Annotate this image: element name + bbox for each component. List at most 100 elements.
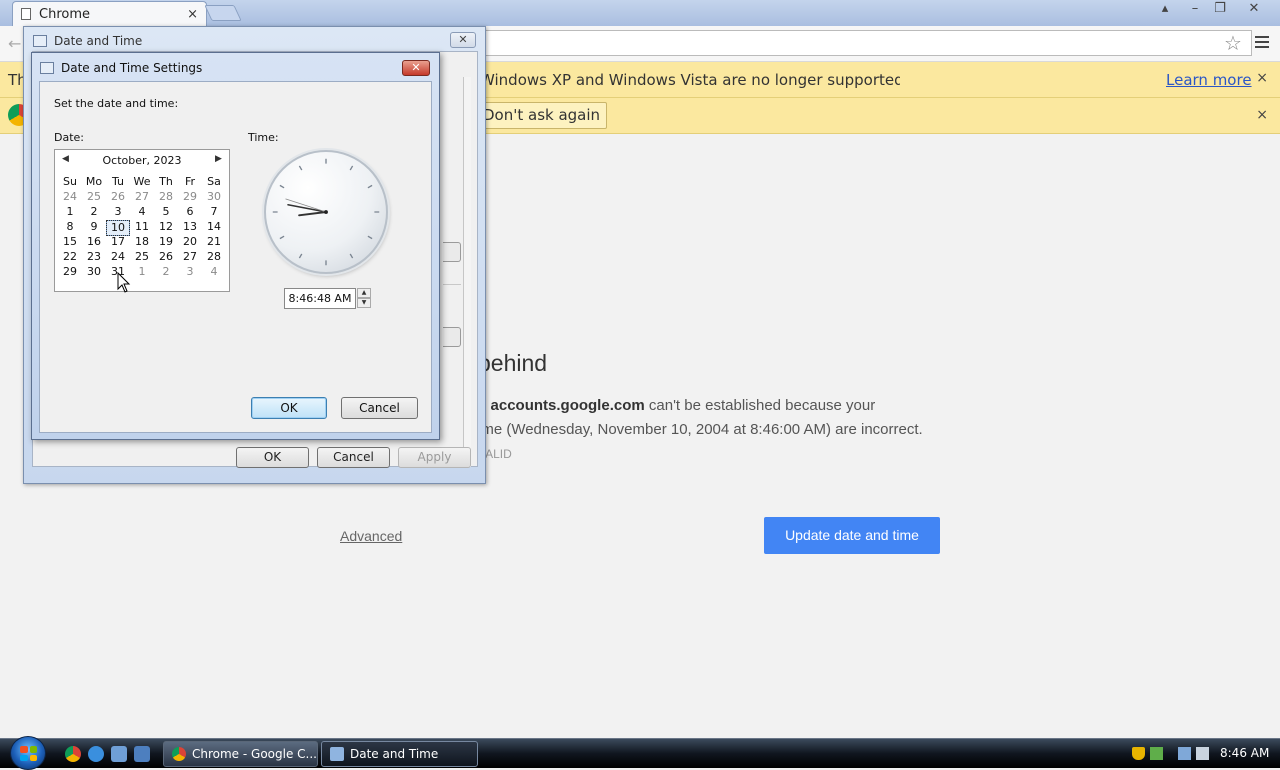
calendar-day[interactable]: 9 [82, 220, 106, 236]
calendar-day[interactable]: 20 [178, 235, 202, 249]
windows-update-icon[interactable] [1150, 747, 1163, 760]
calendar-day[interactable]: 28 [154, 190, 178, 204]
clock-center [324, 210, 328, 214]
cancel-button[interactable]: Cancel [317, 447, 390, 468]
bookmark-star-icon[interactable]: ☆ [1224, 31, 1242, 55]
calendar-day[interactable]: 3 [178, 265, 202, 279]
ok-button[interactable]: OK [236, 447, 309, 468]
security-shield-icon[interactable] [1132, 747, 1145, 760]
infobar-close-icon[interactable]: × [1256, 107, 1268, 123]
calendar-day[interactable]: 1 [58, 205, 82, 219]
tab-close-icon[interactable]: × [187, 7, 198, 22]
chrome-quicklaunch-icon[interactable] [65, 746, 81, 762]
browser-tab[interactable]: Chrome × [12, 1, 207, 26]
calendar-day[interactable]: 22 [58, 250, 82, 264]
calendar-day[interactable]: 5 [154, 205, 178, 219]
learn-more-link[interactable]: Learn more [1166, 71, 1252, 89]
calendar-day[interactable]: 11 [130, 220, 154, 236]
calendar-day[interactable]: 27 [178, 250, 202, 264]
calendar-day[interactable]: 18 [130, 235, 154, 249]
cancel-button[interactable]: Cancel [341, 397, 418, 419]
clock-tick [349, 165, 354, 171]
time-field[interactable]: 8:46:48 AM [284, 288, 356, 309]
calendar-day[interactable]: 24 [106, 250, 130, 264]
date-time-settings-dialog: Date and Time Settings ✕ Set the date an… [31, 52, 440, 440]
calendar-day[interactable]: 30 [82, 265, 106, 279]
analog-clock [264, 150, 388, 274]
calendar-day[interactable]: 26 [106, 190, 130, 204]
calendar-day[interactable]: 4 [202, 265, 226, 279]
calendar-day[interactable]: 3 [106, 205, 130, 219]
chrome-menu-icon[interactable] [1255, 33, 1269, 51]
calendar-day[interactable]: 6 [178, 205, 202, 219]
calendar-day[interactable]: 25 [130, 250, 154, 264]
show-desktop-icon[interactable] [111, 746, 127, 762]
calendar-day[interactable]: 16 [82, 235, 106, 249]
taskbar-item-date-time[interactable]: Date and Time [321, 741, 478, 767]
calendar-month-title[interactable]: October, 2023 [55, 154, 229, 167]
change-date-time-button[interactable] [443, 242, 461, 262]
infobar-close-icon[interactable]: × [1256, 70, 1268, 86]
user-profile-icon[interactable]: ▴ [1152, 0, 1178, 18]
calendar-day[interactable]: 12 [154, 220, 178, 236]
calendar-week-row: 29 30 31 1 2 3 4 [58, 265, 226, 279]
next-month-icon[interactable]: ▶ [215, 154, 222, 164]
close-window-button[interactable]: ✕ [1241, 0, 1267, 18]
address-bar[interactable] [480, 30, 1252, 56]
error-text-suffix: can't be established because your [644, 397, 876, 414]
calendar-day[interactable]: 2 [82, 205, 106, 219]
volume-muted-icon[interactable] [1196, 747, 1209, 760]
dont-ask-again-button[interactable]: Don't ask again [480, 102, 608, 129]
dialog-close-button[interactable]: ✕ [402, 60, 430, 76]
calendar-day[interactable]: 13 [178, 220, 202, 236]
calendar-day[interactable]: 23 [82, 250, 106, 264]
calendar-day[interactable]: 21 [202, 235, 226, 249]
system-clock[interactable]: 8:46 AM [1220, 746, 1269, 760]
apply-button[interactable]: Apply [398, 447, 471, 468]
switch-windows-icon[interactable] [134, 746, 150, 762]
weekday-label: Sa [207, 175, 221, 188]
calendar-day[interactable]: 30 [202, 190, 226, 204]
calendar-day[interactable]: 14 [202, 220, 226, 236]
advanced-link[interactable]: Advanced [340, 528, 402, 544]
time-spinner[interactable]: ▲ ▼ [357, 288, 371, 309]
calendar-day[interactable]: 27 [130, 190, 154, 204]
internet-explorer-icon[interactable] [88, 746, 104, 762]
spin-up-icon[interactable]: ▲ [357, 288, 371, 298]
update-date-time-button[interactable]: Update date and time [764, 517, 940, 554]
page-icon [21, 8, 31, 20]
minimize-button[interactable]: – [1182, 0, 1208, 18]
dialog-close-button[interactable]: ✕ [450, 32, 476, 48]
restore-button[interactable]: ❐ [1207, 0, 1233, 18]
network-icon[interactable] [1178, 747, 1191, 760]
calendar-week-row: 1234567 [58, 205, 226, 219]
calendar-day[interactable]: 17 [106, 235, 130, 249]
instruction-text: Set the date and time: [54, 97, 179, 110]
task-label: Chrome - Google C... [192, 747, 317, 761]
calendar-week-row: 8 9 10 11 12 13 14 [58, 220, 226, 236]
calendar-day[interactable]: 8 [58, 220, 82, 236]
back-arrow-icon[interactable]: ← [8, 34, 21, 53]
error-description: o accounts.google.com can't be establish… [478, 397, 875, 414]
calendar-day[interactable]: 1 [130, 265, 154, 279]
calendar-day[interactable]: 15 [58, 235, 82, 249]
calendar-day[interactable]: 19 [154, 235, 178, 249]
calendar-day[interactable]: 29 [178, 190, 202, 204]
calendar-day[interactable]: 26 [154, 250, 178, 264]
calendar-day[interactable]: 10 [106, 220, 130, 236]
calendar-day[interactable]: 2 [154, 265, 178, 279]
clock-tick [298, 165, 303, 171]
start-button[interactable] [10, 736, 46, 770]
weekday-label: Th [159, 175, 173, 188]
calendar-day[interactable]: 29 [58, 265, 82, 279]
calendar-day[interactable]: 25 [82, 190, 106, 204]
spin-down-icon[interactable]: ▼ [357, 298, 371, 308]
taskbar-item-chrome[interactable]: Chrome - Google C... [163, 741, 318, 767]
calendar-day[interactable]: 28 [202, 250, 226, 264]
ok-button[interactable]: OK [251, 397, 327, 419]
calendar-week-row: 22 23 24 25 26 27 28 [58, 250, 226, 264]
change-time-zone-button[interactable] [443, 327, 461, 347]
calendar-day[interactable]: 7 [202, 205, 226, 219]
calendar-day[interactable]: 24 [58, 190, 82, 204]
calendar-day[interactable]: 4 [130, 205, 154, 219]
